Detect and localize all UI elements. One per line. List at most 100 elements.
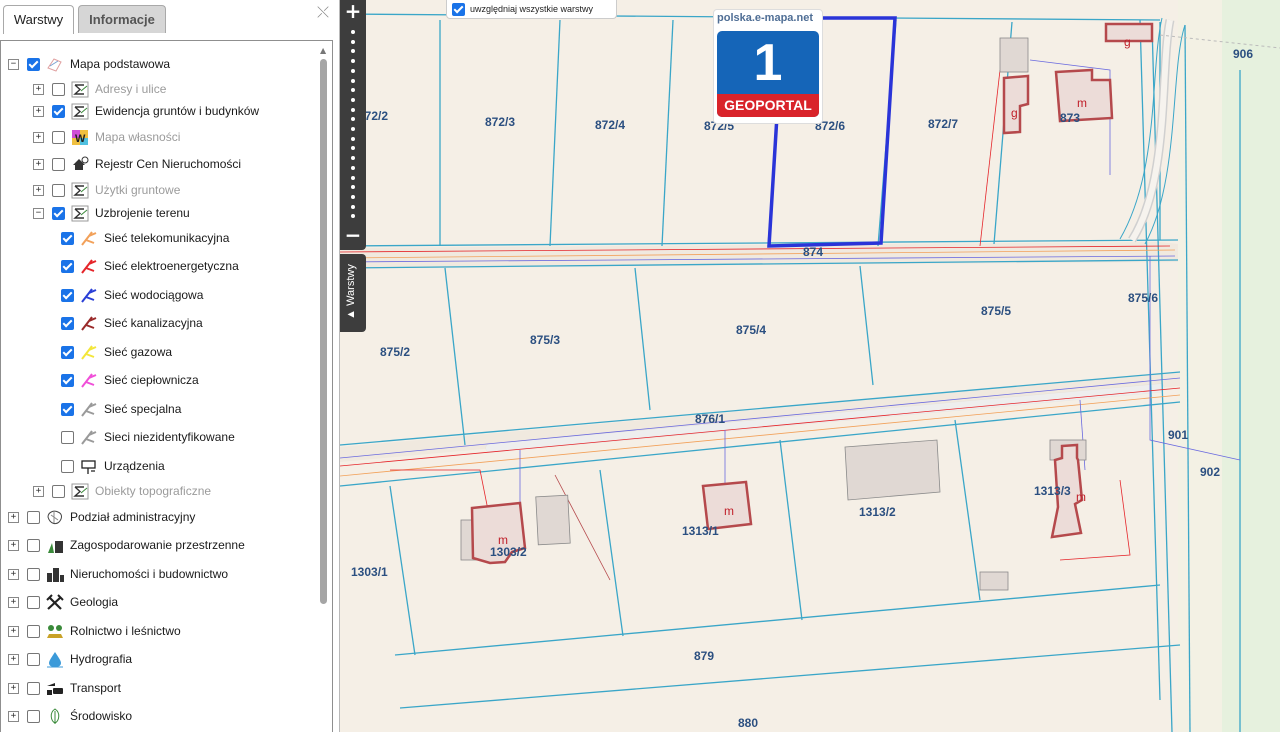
layer-row[interactable]: + Adresy i ulice bbox=[33, 78, 166, 100]
zoom-level-dot[interactable] bbox=[351, 194, 355, 199]
layer-checkbox[interactable] bbox=[61, 259, 74, 273]
layer-checkbox[interactable] bbox=[27, 595, 40, 609]
zoom-level-dot[interactable] bbox=[351, 49, 355, 54]
layer-row[interactable]: + W Mapa własności bbox=[33, 126, 180, 148]
zoom-level-dot[interactable] bbox=[351, 204, 355, 209]
layer-checkbox[interactable] bbox=[52, 206, 65, 220]
layer-row[interactable]: + Geologia bbox=[8, 591, 118, 613]
layer-checkbox[interactable] bbox=[52, 183, 65, 197]
expand-icon[interactable]: + bbox=[33, 485, 44, 497]
collapse-panel-icon[interactable]: ⤬ bbox=[317, 3, 329, 21]
layer-row[interactable]: + Zagospodarowanie przestrzenne bbox=[8, 534, 245, 556]
layer-checkbox[interactable] bbox=[61, 288, 74, 302]
layer-checkbox[interactable] bbox=[61, 459, 74, 473]
expand-icon[interactable]: + bbox=[33, 105, 44, 117]
expand-icon[interactable]: + bbox=[8, 539, 19, 551]
layer-checkbox[interactable] bbox=[61, 316, 74, 330]
layer-checkbox[interactable] bbox=[52, 484, 65, 498]
zoom-level-dot[interactable] bbox=[351, 185, 355, 190]
zoom-level-dot[interactable] bbox=[351, 59, 355, 64]
layer-row[interactable]: Sieć kanalizacyjna bbox=[61, 312, 203, 334]
zoom-level-dot[interactable] bbox=[351, 97, 355, 102]
layer-checkbox[interactable] bbox=[27, 624, 40, 638]
zoom-level-dot[interactable] bbox=[351, 117, 355, 122]
zoom-level-dot[interactable] bbox=[351, 78, 355, 83]
layer-row[interactable]: + Rolnictwo i leśnictwo bbox=[8, 620, 181, 642]
layer-checkbox[interactable] bbox=[52, 157, 65, 171]
layer-row[interactable]: Urządzenia bbox=[61, 455, 165, 477]
scroll-up-arrow-icon[interactable]: ▲ bbox=[320, 46, 326, 55]
zoom-level-dot[interactable] bbox=[351, 214, 355, 219]
layer-checkbox[interactable] bbox=[27, 538, 40, 552]
layer-row[interactable]: + Środowisko bbox=[8, 705, 132, 727]
zoom-level-dot[interactable] bbox=[351, 165, 355, 170]
layer-checkbox[interactable] bbox=[27, 510, 40, 524]
layer-row[interactable]: + Rejestr Cen Nieruchomości bbox=[33, 153, 241, 175]
layer-checkbox[interactable] bbox=[61, 345, 74, 359]
zoom-level-dot[interactable] bbox=[351, 107, 355, 112]
layer-checkbox[interactable] bbox=[61, 231, 74, 245]
layer-checkbox[interactable] bbox=[27, 652, 40, 666]
map-view[interactable]: 872/2 872/3 872/4 872/5 872/6 872/7 873 874 875/… bbox=[340, 0, 1280, 732]
expand-icon[interactable]: + bbox=[8, 653, 19, 665]
layer-row[interactable]: + Podział administracyjny bbox=[8, 506, 195, 528]
zoom-level-dot[interactable] bbox=[351, 175, 355, 180]
zoom-level-dot[interactable] bbox=[351, 68, 355, 73]
expand-icon[interactable]: + bbox=[8, 568, 19, 580]
zoom-level-dot[interactable] bbox=[351, 146, 355, 151]
layer-row[interactable]: + Nieruchomości i budownictwo bbox=[8, 563, 228, 585]
geoportal-logo[interactable]: polska.e-mapa.net 1 GEOPORTAL bbox=[713, 9, 823, 124]
zoom-in-button[interactable]: + bbox=[340, 0, 366, 24]
layer-row[interactable]: Sieci niezidentyfikowane bbox=[61, 426, 235, 448]
layer-checkbox[interactable] bbox=[27, 567, 40, 581]
collapse-icon[interactable]: − bbox=[8, 58, 19, 70]
zoom-level-dot[interactable] bbox=[351, 156, 355, 161]
layer-checkbox[interactable] bbox=[52, 104, 65, 118]
layer-checkbox[interactable] bbox=[61, 373, 74, 387]
layer-row[interactable]: + Transport bbox=[8, 677, 121, 699]
layer-row[interactable]: + Ewidencja gruntów i budynków bbox=[33, 100, 259, 122]
layer-row[interactable]: − Mapa podstawowa bbox=[8, 53, 170, 75]
scrollbar[interactable]: ▲ bbox=[320, 46, 328, 606]
layer-row[interactable]: Sieć specjalna bbox=[61, 398, 181, 420]
layer-checkbox[interactable] bbox=[27, 57, 40, 71]
all-layers-toggle[interactable]: uwzględniaj wszystkie warstwy bbox=[446, 0, 617, 19]
expand-icon[interactable]: + bbox=[33, 158, 44, 170]
tab-information[interactable]: Informacje bbox=[78, 5, 166, 33]
zoom-level-dot[interactable] bbox=[351, 30, 355, 34]
expand-icon[interactable]: + bbox=[33, 131, 44, 143]
layer-checkbox[interactable] bbox=[27, 681, 40, 695]
sigma-icon bbox=[71, 205, 89, 222]
expand-icon[interactable]: + bbox=[8, 682, 19, 694]
expand-icon[interactable]: + bbox=[8, 625, 19, 637]
tab-layers[interactable]: Warstwy bbox=[3, 5, 74, 34]
layer-row[interactable]: Sieć wodociągowa bbox=[61, 284, 203, 306]
zoom-level-dot[interactable] bbox=[351, 39, 355, 44]
layer-row[interactable]: + Obiekty topograficzne bbox=[33, 480, 211, 502]
layer-row[interactable]: + Użytki gruntowe bbox=[33, 179, 180, 201]
collapse-icon[interactable]: − bbox=[33, 207, 44, 219]
layers-toggle-button[interactable]: ▲ Warstwy bbox=[340, 254, 366, 332]
expand-icon[interactable]: + bbox=[33, 184, 44, 196]
expand-icon[interactable]: + bbox=[8, 710, 19, 722]
expand-icon[interactable]: + bbox=[8, 596, 19, 608]
layer-checkbox[interactable] bbox=[61, 430, 74, 444]
expand-icon[interactable]: + bbox=[33, 83, 44, 95]
layer-row[interactable]: − Uzbrojenie terenu bbox=[33, 202, 190, 224]
layer-checkbox[interactable] bbox=[52, 130, 65, 144]
layer-checkbox[interactable] bbox=[27, 709, 40, 723]
zoom-level-dot[interactable] bbox=[351, 88, 355, 93]
layer-row[interactable]: Sieć ciepłownicza bbox=[61, 369, 199, 391]
expand-icon[interactable]: + bbox=[8, 511, 19, 523]
zoom-level-dot[interactable] bbox=[351, 127, 355, 131]
scroll-thumb[interactable] bbox=[320, 59, 327, 604]
layer-checkbox[interactable] bbox=[52, 82, 65, 96]
all-layers-checkbox[interactable] bbox=[452, 2, 465, 16]
zoom-level-dot[interactable] bbox=[351, 136, 355, 141]
layer-checkbox[interactable] bbox=[61, 402, 74, 416]
layer-row[interactable]: Sieć elektroenergetyczna bbox=[61, 255, 239, 277]
layer-row[interactable]: Sieć telekomunikacyjna bbox=[61, 227, 229, 249]
zoom-out-button[interactable]: − bbox=[340, 224, 366, 248]
layer-row[interactable]: + Hydrografia bbox=[8, 648, 132, 670]
layer-row[interactable]: Sieć gazowa bbox=[61, 341, 172, 363]
